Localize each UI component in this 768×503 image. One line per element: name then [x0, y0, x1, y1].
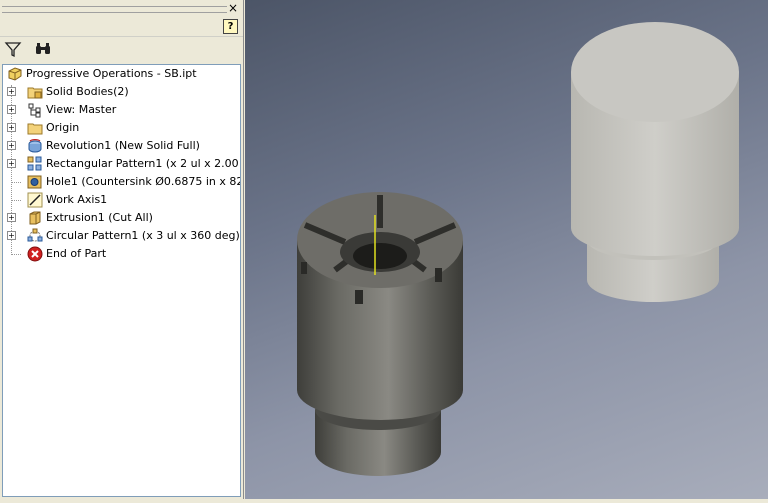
tree-line [11, 254, 21, 255]
tree-item-label: End of Part [46, 247, 107, 260]
tree-item-revolution1[interactable]: + Revolution1 (New Solid Full) [3, 137, 240, 155]
tree-item-rectangular-pattern1[interactable]: + Rectangular Pattern1 (x 2 ul x 2.00 in… [3, 155, 240, 173]
expand-icon[interactable]: + [7, 231, 16, 240]
tree-item-view-master[interactable]: + View: Master [3, 101, 240, 119]
tree-item-label: Origin [46, 121, 80, 134]
panel-grip[interactable] [2, 6, 227, 13]
origin-folder-icon [27, 123, 43, 135]
hole-icon [27, 175, 42, 189]
find-icon[interactable] [34, 40, 52, 58]
revolve-icon [28, 139, 42, 153]
tree-item-work-axis1[interactable]: Work Axis1 [3, 191, 240, 209]
tree-item-label: View: Master [46, 103, 117, 116]
tree-item-solid-bodies[interactable]: + Solid Bodies(2) [3, 83, 240, 101]
tree-line [11, 182, 21, 183]
expand-icon[interactable]: + [7, 105, 16, 114]
solid-body-plain-cylinder[interactable] [571, 22, 739, 302]
tree-item-label: Revolution1 (New Solid Full) [46, 139, 200, 152]
tree-item-extrusion1[interactable]: + Extrusion1 (Cut All) [3, 209, 240, 227]
tree-item-label: Work Axis1 [46, 193, 108, 206]
expand-icon[interactable]: + [7, 87, 16, 96]
tree-root-label: Progressive Operations - SB.ipt [26, 67, 197, 80]
circular-pattern-icon [27, 228, 43, 242]
graphics-viewport[interactable] [245, 0, 768, 499]
tree-root[interactable]: Progressive Operations - SB.ipt [3, 65, 240, 83]
solid-bodies-folder-icon [27, 87, 43, 99]
extrude-icon [29, 211, 41, 225]
feature-tree: Progressive Operations - SB.ipt + Solid … [2, 64, 241, 497]
tree-item-hole1[interactable]: Hole1 (Countersink Ø0.6875 in x 82 deg, [3, 173, 240, 191]
tree-item-label: Rectangular Pattern1 (x 2 ul x 2.00 in) [46, 157, 241, 170]
end-of-part-icon [27, 246, 43, 262]
expand-icon[interactable]: + [7, 159, 16, 168]
part-icon [8, 67, 22, 81]
work-axis-icon [27, 192, 43, 208]
model-view [297, 22, 739, 476]
help-button[interactable]: ? [223, 19, 238, 34]
expand-icon[interactable]: + [7, 123, 16, 132]
tree-item-label: Solid Bodies(2) [46, 85, 129, 98]
filter-icon[interactable] [4, 40, 22, 58]
expand-icon[interactable]: + [7, 213, 16, 222]
model-browser-panel: × ? Progressive Operations - SB.ipt + So… [0, 0, 244, 499]
tree-item-circular-pattern1[interactable]: + Circular Pattern1 (x 3 ul x 360 deg) [3, 227, 240, 245]
rectangular-pattern-icon [27, 156, 42, 171]
close-panel-button[interactable]: × [227, 1, 239, 15]
tree-item-end-of-part[interactable]: End of Part [3, 245, 240, 263]
view-icon [28, 103, 41, 118]
tree-line [11, 200, 21, 201]
expand-icon[interactable]: + [7, 141, 16, 150]
tree-item-origin[interactable]: + Origin [3, 119, 240, 137]
tree-item-label: Extrusion1 (Cut All) [46, 211, 153, 224]
panel-header: ? [0, 16, 243, 37]
tree-item-label: Circular Pattern1 (x 3 ul x 360 deg) [46, 229, 240, 242]
tree-item-label: Hole1 (Countersink Ø0.6875 in x 82 deg, [46, 175, 240, 188]
solid-body-machined-part[interactable] [297, 192, 463, 476]
browser-toolbar [0, 38, 243, 60]
